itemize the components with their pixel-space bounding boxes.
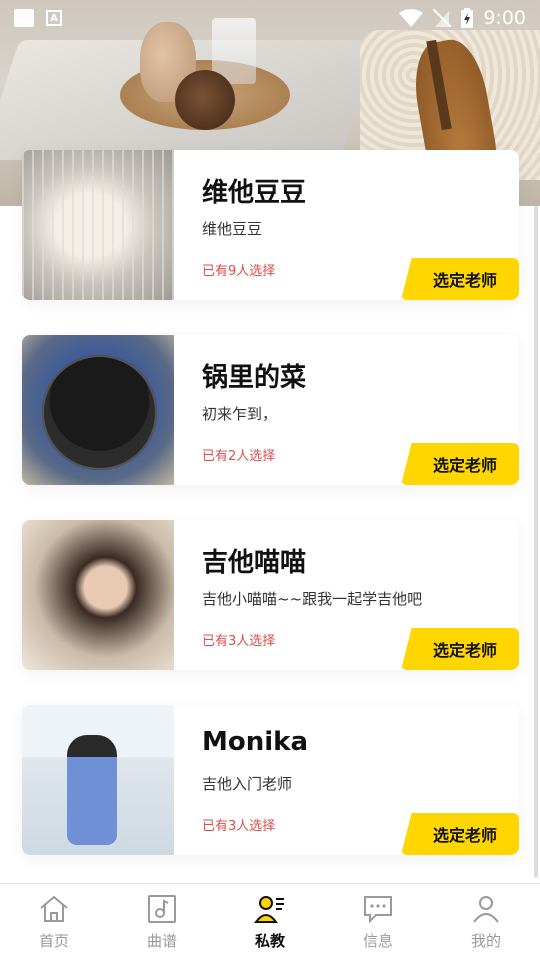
scrollbar[interactable] xyxy=(534,206,538,878)
tab-label: 信息 xyxy=(362,931,393,950)
teacher-name: Monika xyxy=(202,727,308,757)
teacher-card[interactable]: 维他豆豆 维他豆豆 已有9人选择 选定老师 xyxy=(22,150,519,300)
a-notification-icon: A xyxy=(46,10,62,26)
tab-label: 私教 xyxy=(254,931,285,950)
tab-label: 曲谱 xyxy=(146,931,177,950)
teacher-description: 维他豆豆 xyxy=(202,220,263,238)
teacher-description: 吉他入门老师 xyxy=(202,775,293,793)
tab-home[interactable]: 首页 xyxy=(0,884,108,960)
select-teacher-button[interactable]: 选定老师 xyxy=(401,443,519,485)
teacher-selected-count: 已有2人选择 xyxy=(202,449,276,464)
teacher-card[interactable]: 吉他喵喵 吉他小喵喵~~跟我一起学吉他吧 已有3人选择 选定老师 xyxy=(22,520,519,670)
tab-label: 我的 xyxy=(470,931,501,950)
teacher-name: 锅里的菜 xyxy=(202,363,307,393)
tab-music-score[interactable]: 曲谱 xyxy=(108,884,216,960)
teacher-photo xyxy=(22,705,174,855)
bottom-tab-bar: 首页 曲谱 私教 信息 我的 xyxy=(0,883,540,960)
teacher-description: 吉他小喵喵~~跟我一起学吉他吧 xyxy=(202,590,423,608)
message-icon xyxy=(364,895,392,923)
private-tutor-icon xyxy=(254,895,284,923)
teacher-name: 吉他喵喵 xyxy=(202,548,307,578)
teacher-selected-count: 已有9人选择 xyxy=(202,264,276,279)
tab-profile[interactable]: 我的 xyxy=(432,884,540,960)
teacher-card[interactable]: 锅里的菜 初来乍到， 已有2人选择 选定老师 xyxy=(22,335,519,485)
select-teacher-button[interactable]: 选定老师 xyxy=(401,628,519,670)
teacher-description: 初来乍到， xyxy=(202,405,278,423)
select-teacher-button[interactable]: 选定老师 xyxy=(401,258,519,300)
teacher-selected-count: 已有3人选择 xyxy=(202,634,276,649)
gallery-icon xyxy=(14,9,34,27)
status-bar: A 9:00 xyxy=(0,0,540,36)
teacher-selected-count: 已有3人选择 xyxy=(202,819,276,834)
home-icon xyxy=(40,895,68,922)
tab-label: 首页 xyxy=(38,931,69,950)
no-sim-icon xyxy=(433,9,452,27)
teacher-photo xyxy=(22,335,174,485)
teacher-name: 维他豆豆 xyxy=(202,178,307,208)
wifi-icon xyxy=(399,9,424,27)
teacher-list: 维他豆豆 维他豆豆 已有9人选择 选定老师 锅里的菜 初来乍到， 已有2人选择 … xyxy=(22,150,519,890)
teacher-photo xyxy=(22,150,174,300)
status-time: 9:00 xyxy=(483,7,526,29)
battery-icon xyxy=(461,8,474,28)
select-teacher-button[interactable]: 选定老师 xyxy=(401,813,519,855)
teacher-card[interactable]: Monika 吉他入门老师 已有3人选择 选定老师 xyxy=(22,705,519,855)
teacher-photo xyxy=(22,520,174,670)
music-score-icon xyxy=(148,894,176,923)
tab-private-tutor[interactable]: 私教 xyxy=(216,884,324,960)
profile-icon xyxy=(473,895,499,923)
tab-message[interactable]: 信息 xyxy=(324,884,432,960)
